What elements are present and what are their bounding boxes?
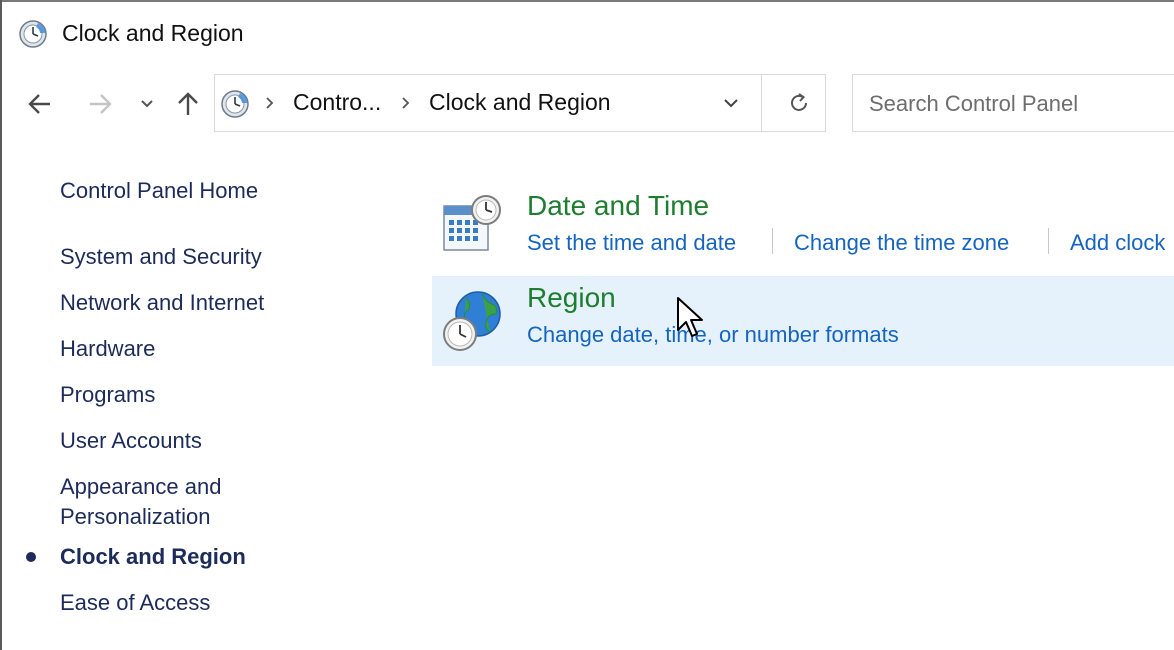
sidebar-item-programs[interactable]: Programs [60,382,155,408]
search-box[interactable] [852,74,1174,132]
control-panel-icon [19,20,47,48]
sidebar-item-hardware[interactable]: Hardware [60,336,155,362]
mouse-cursor-icon [677,297,703,337]
control-panel-icon [221,90,249,118]
chevron-down-icon [141,100,153,108]
chevron-right-icon[interactable] [263,93,277,113]
address-bar[interactable]: Contro... Clock and Region [214,74,826,132]
calendar-clock-icon[interactable] [440,192,504,256]
refresh-icon [791,93,807,111]
sidebar-item-network-and-internet[interactable]: Network and Internet [60,290,264,316]
breadcrumb-control-panel[interactable]: Contro... [293,89,381,116]
chevron-down-icon [724,99,738,108]
sidebar-control-panel-home[interactable]: Control Panel Home [60,178,258,204]
change-formats-link[interactable]: Change date, time, or number formats [527,322,899,348]
refresh-button[interactable] [781,85,817,121]
sidebar-item-clock-and-region: Clock and Region [60,544,246,569]
forward-button[interactable] [82,86,118,122]
category-region: Region Change date, time, or number form… [432,276,1174,366]
forward-arrow-icon [90,94,112,114]
category-title[interactable]: Region [527,282,616,314]
search-input[interactable] [869,89,1169,119]
window-left-border [0,0,2,650]
sidebar-item-system-and-security[interactable]: System and Security [60,244,262,270]
back-button[interactable] [22,86,58,122]
chevron-right-icon[interactable] [399,93,413,113]
address-history-button[interactable] [713,83,749,123]
link-separator [772,228,773,254]
current-item-bullet [26,552,36,562]
add-clocks-link[interactable]: Add clock [1070,230,1165,256]
category-date-and-time: Date and Time Set the time and date Chan… [432,186,1174,276]
sidebar-item-appearance-and-personalization[interactable]: Appearance and Personalization [60,474,221,530]
recent-locations-button[interactable] [130,86,164,122]
back-arrow-icon [28,94,50,114]
globe-clock-icon[interactable] [440,288,504,352]
sidebar-item-label: Appearance and [60,474,222,499]
set-time-and-date-link[interactable]: Set the time and date [527,230,736,256]
up-arrow-icon [178,92,198,115]
sidebar-item-user-accounts[interactable]: User Accounts [60,428,202,454]
change-time-zone-link[interactable]: Change the time zone [794,230,1009,256]
link-separator [1048,228,1049,254]
title-bar: Clock and Region [2,2,1174,64]
sidebar-item-label: Personalization [60,504,211,529]
up-button[interactable] [170,86,206,122]
sidebar-item-ease-of-access[interactable]: Ease of Access [60,590,210,616]
window-title: Clock and Region [62,20,244,46]
breadcrumb-clock-and-region[interactable]: Clock and Region [429,89,611,116]
address-divider [761,75,762,131]
category-title[interactable]: Date and Time [527,190,709,222]
